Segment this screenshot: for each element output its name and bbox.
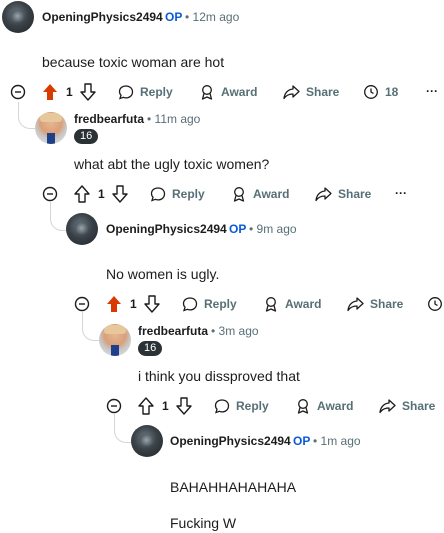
share-icon [283,85,300,100]
downvote-button[interactable] [176,397,192,415]
avatar[interactable] [131,425,163,457]
upvote-icon [74,185,90,203]
share-icon [379,399,396,414]
reply-button[interactable]: Reply [182,296,237,312]
downvote-icon [80,83,96,101]
comment-body: what abt the ugly toxic women? [74,156,270,172]
downvote-icon [112,185,128,203]
comment-author[interactable]: fredbearfuta [74,112,144,126]
upvote-button[interactable] [138,397,154,415]
downvote-button[interactable] [80,83,96,101]
collapse-icon[interactable] [74,296,90,312]
comment-author[interactable]: fredbearfuta [138,324,208,338]
share-icon [315,187,332,202]
upvote-button[interactable] [74,185,90,203]
comment-author[interactable]: OpeningPhysics2494 [106,222,227,236]
collapse-icon[interactable] [106,398,122,414]
awards-count-button[interactable] [427,296,443,312]
user-flair-badge: 16 [74,129,99,144]
reply-icon [150,187,166,202]
comment-time: • 12m ago [185,10,240,24]
downvote-icon [144,295,160,313]
reply-button[interactable]: Reply [118,84,173,100]
reply-button[interactable]: Reply [150,186,205,202]
vote-count: 1 [162,399,169,413]
collapse-icon[interactable] [42,186,58,202]
comment-author[interactable]: OpeningPhysics2494 [170,434,291,448]
comment-time: • 1m ago [313,434,361,448]
user-flair-badge: 16 [138,341,163,356]
award-button[interactable]: Award [263,296,321,312]
downvote-button[interactable] [112,185,128,203]
award-icon [297,399,309,414]
upvote-icon [107,296,121,312]
reply-icon [118,85,134,100]
comment-time: • 11m ago [147,112,201,126]
vote-count: 1 [98,187,105,201]
comment-author[interactable]: OpeningPhysics2494 [42,10,163,24]
op-label: OP [229,222,247,236]
share-icon [347,297,364,312]
comment-body: No women is ugly. [106,266,220,282]
vote-count: 1 [66,85,73,99]
award-icon [233,187,245,202]
avatar[interactable] [99,324,131,356]
comment-time: • 9m ago [249,222,297,236]
share-button[interactable]: Share [315,186,371,202]
upvote-button[interactable] [106,295,122,313]
upvote-icon [43,84,57,100]
downvote-icon [176,397,192,415]
comment-time: • 3m ago [211,324,259,338]
reply-button[interactable]: Reply [214,398,269,414]
more-button[interactable]: ··· [395,186,407,200]
reply-icon [182,297,198,312]
op-label: OP [293,434,311,448]
avatar[interactable] [66,213,98,245]
award-button[interactable]: Award [231,186,289,202]
share-button[interactable]: Share [347,296,403,312]
more-button[interactable]: ··· [426,84,438,98]
share-button[interactable]: Share [283,84,339,100]
comment-body: because toxic woman are hot [42,54,225,70]
vote-count: 1 [130,297,137,311]
award-button[interactable]: Award [199,84,257,100]
comment-body: i think you dissproved that [138,368,300,384]
reply-icon [214,399,230,414]
collapse-icon[interactable] [10,84,26,100]
downvote-button[interactable] [144,295,160,313]
avatar[interactable] [2,1,34,33]
award-button[interactable]: Award [295,398,353,414]
share-button[interactable]: Share [379,398,435,414]
awards-timer-icon [364,85,378,99]
upvote-icon [138,397,154,415]
op-label: OP [165,10,183,24]
comment-body: BAHAHHAHAHAHA [170,479,297,495]
award-icon [201,85,213,100]
awards-count-button[interactable]: 18 [363,84,398,100]
avatar[interactable] [35,112,67,144]
award-icon [265,297,277,312]
awards-timer-icon [428,297,442,311]
upvote-button[interactable] [42,83,58,101]
comment-body: Fucking W [170,515,237,531]
